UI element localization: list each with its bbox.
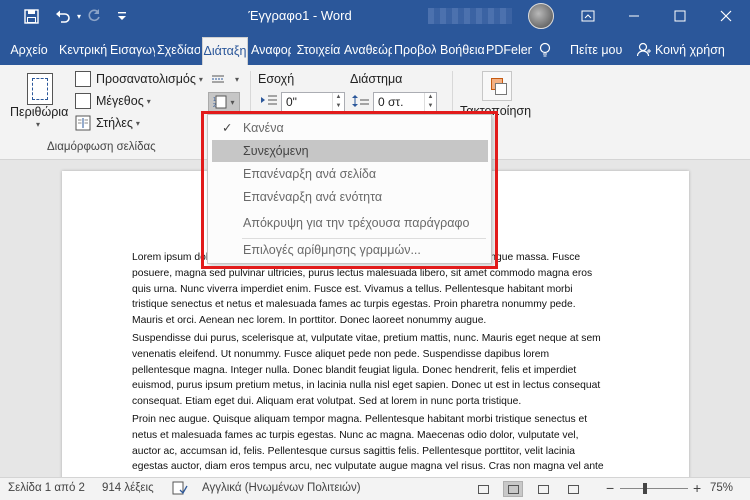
status-bar: Σελίδα 1 από 2 914 λέξεις Αγγλικά (Ηνωμέ… [0, 477, 750, 500]
line-numbers-icon: 12 [213, 95, 227, 109]
breaks-button[interactable]: ▾ [210, 71, 239, 87]
highlight-box [201, 111, 498, 269]
share-button[interactable]: Κοινή χρήση [655, 37, 730, 65]
language[interactable]: Αγγλικά (Ηνωμένων Πολιτειών) [202, 482, 361, 494]
window-title: Έγγραφο1 - Word [248, 8, 352, 23]
orientation-caret-icon: ▾ [198, 74, 203, 84]
close-icon[interactable] [703, 0, 749, 32]
page-count[interactable]: Σελίδα 1 από 2 [8, 482, 85, 494]
svg-text:2: 2 [213, 103, 216, 109]
tab-file[interactable]: Αρχείο [3, 37, 55, 65]
tab-help[interactable]: Βοήθεια [440, 37, 484, 65]
size-caret-icon: ▾ [146, 96, 151, 106]
account-name[interactable] [428, 8, 512, 24]
spacing-before-icon [352, 94, 370, 108]
arrange-icon[interactable] [482, 71, 512, 101]
save-icon[interactable] [20, 6, 42, 26]
word-count[interactable]: 914 λέξεις [102, 482, 154, 494]
avatar[interactable] [528, 3, 554, 29]
zoom-level[interactable]: 75% [710, 482, 733, 494]
indent-left-value: 0" [286, 95, 297, 109]
size-button[interactable]: Μέγεθος ▾ [75, 93, 151, 109]
paragraph[interactable]: Proin nec augue. Quisque aliquam tempor … [132, 412, 604, 477]
spacing-label: Διάστημα [350, 72, 403, 86]
proofing-icon[interactable] [172, 481, 188, 498]
columns-caret-icon: ▾ [135, 118, 140, 128]
margins-caret-icon[interactable]: ▾ [36, 120, 40, 129]
orientation-label: Προσανατολισμός [96, 72, 196, 86]
indent-spinner-icon[interactable]: ▲ ▼ [332, 93, 344, 111]
undo-dropdown-icon[interactable]: ▾ [74, 6, 84, 26]
margins-icon[interactable] [27, 73, 53, 105]
tab-insert[interactable]: Εισαγωγή [110, 37, 155, 65]
ribbon-tabs: Αρχείο Κεντρική Εισαγωγή Σχεδίαση Διάταξ… [0, 32, 750, 65]
tab-design[interactable]: Σχεδίαση [157, 37, 200, 65]
zoom-in-button[interactable]: + [693, 480, 701, 496]
size-label: Μέγεθος [96, 94, 144, 108]
tell-me-search[interactable]: Πείτε μου [570, 37, 630, 65]
web-layout-icon[interactable] [563, 481, 583, 497]
columns-label: Στήλες [96, 116, 133, 130]
read-mode-icon[interactable] [503, 481, 523, 497]
tab-view[interactable]: Προβολή [394, 37, 436, 65]
indent-label: Εσοχή [258, 72, 295, 86]
line-numbers-button[interactable]: 12 ▾ [208, 92, 240, 112]
zoom-slider[interactable] [620, 488, 688, 489]
ribbon-display-options-icon[interactable] [565, 0, 611, 32]
page-setup-group-label: Διαμόρφωση σελίδας [47, 141, 156, 153]
customize-quick-access-icon[interactable] [114, 6, 130, 26]
tab-review[interactable]: Αναθεώρηση [344, 37, 392, 65]
columns-button[interactable]: Στήλες ▾ [75, 115, 140, 131]
spacing-before-value: 0 στ. [378, 95, 404, 109]
maximize-icon[interactable] [657, 0, 703, 32]
line-numbers-caret-icon: ▾ [230, 97, 235, 107]
minimize-icon[interactable] [611, 0, 657, 32]
breaks-caret-icon: ▾ [235, 74, 240, 84]
tab-mailings[interactable]: Στοιχεία [296, 37, 341, 65]
margins-button[interactable]: Περιθώρια [10, 105, 68, 119]
tab-layout[interactable]: Διάταξη [202, 37, 248, 65]
zoom-slider-thumb[interactable] [643, 483, 647, 494]
share-user-icon[interactable] [636, 37, 652, 65]
focus-mode-icon[interactable] [473, 481, 493, 497]
paragraph[interactable]: Suspendisse dui purus, scelerisque at, v… [132, 331, 604, 410]
zoom-out-button[interactable]: − [606, 480, 614, 496]
redo-icon[interactable] [84, 6, 104, 26]
orientation-icon [75, 71, 91, 87]
spacing-before-input[interactable]: 0 στ. ▲ ▼ [373, 92, 437, 112]
tab-home[interactable]: Κεντρική [59, 37, 107, 65]
orientation-button[interactable]: Προσανατολισμός ▾ [75, 71, 203, 87]
tab-references[interactable]: Αναφορές [251, 37, 291, 65]
columns-icon [75, 115, 91, 131]
lightbulb-icon[interactable] [537, 37, 552, 65]
indent-left-icon [260, 94, 278, 108]
title-bar: ▾ Έγγραφο1 - Word [0, 0, 750, 32]
size-icon [75, 93, 91, 109]
undo-icon[interactable] [50, 6, 76, 26]
indent-left-input[interactable]: 0" ▲ ▼ [281, 92, 345, 112]
spacing-spinner-icon[interactable]: ▲ ▼ [424, 93, 436, 111]
print-layout-icon[interactable] [533, 481, 553, 497]
tab-pdfelement[interactable]: PDFelement [486, 37, 532, 65]
